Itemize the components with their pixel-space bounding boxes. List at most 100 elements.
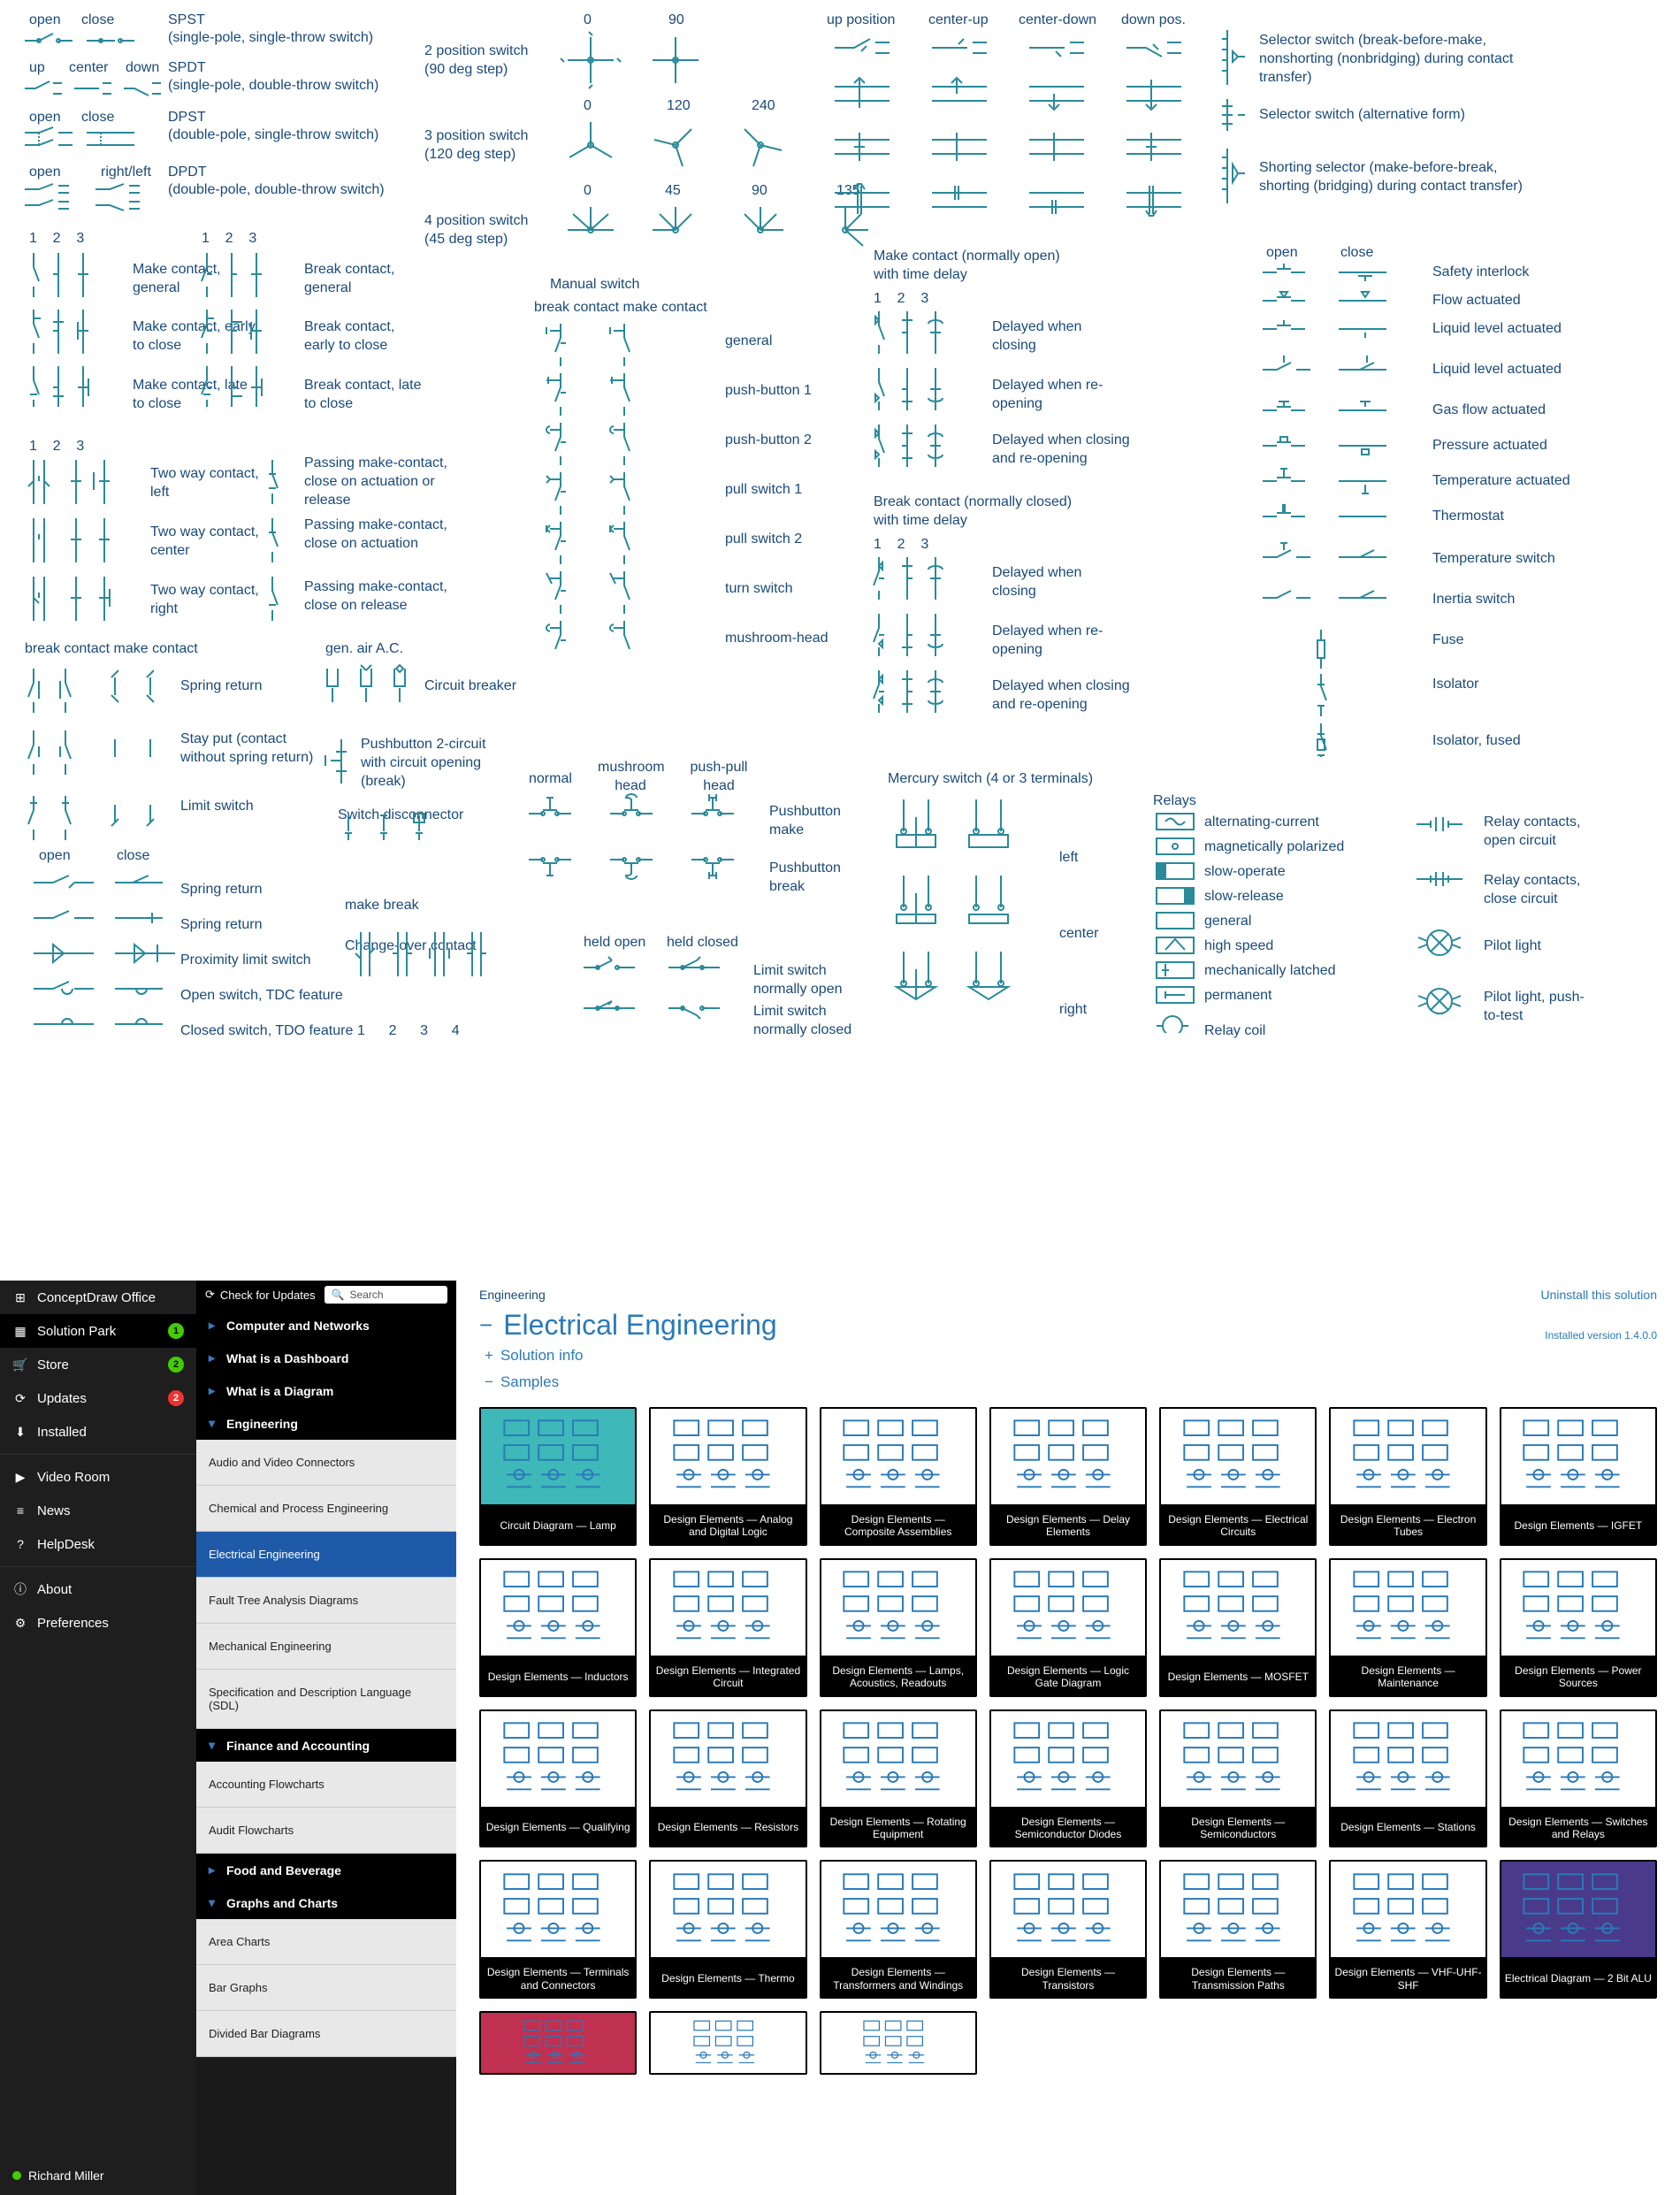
breadcrumb[interactable]: Engineering (479, 1288, 546, 1302)
sample-card[interactable] (820, 2011, 977, 2075)
solution-info-toggle[interactable]: +Solution info (479, 1342, 1657, 1368)
break-late-label: Break contact, late to close (304, 377, 428, 414)
pos2-label: 2 position switch (90 deg step) (424, 42, 548, 80)
sample-title: Design Elements — Semiconductors (1159, 1809, 1317, 1848)
sample-card[interactable]: Design Elements — Electron Tubes (1329, 1407, 1486, 1546)
sample-card[interactable]: Design Elements — Integrated Circuit (649, 1558, 806, 1697)
delay-reopening-label: Delayed when re-opening (992, 377, 1125, 414)
category-graphs[interactable]: ▾Graphs and Charts (196, 1886, 456, 1919)
sidebar-item-about[interactable]: ⓘ About (0, 1572, 196, 1606)
passing3-label: Passing make-contact, close on release (304, 578, 463, 616)
sidebar-item-updates[interactable]: ⟳ Updates 2 (0, 1381, 196, 1415)
sample-card[interactable]: Design Elements — Resistors (649, 1709, 806, 1848)
category-finance[interactable]: ▾Finance and Accounting (196, 1729, 456, 1762)
bc-mc-header: break contact make contact (25, 640, 198, 659)
sample-card[interactable]: Design Elements — Thermo (649, 1860, 806, 1999)
sample-card[interactable]: Design Elements — Power Sources (1500, 1558, 1657, 1697)
sample-card[interactable] (479, 2011, 637, 2075)
sample-card[interactable]: Design Elements — Switches and Relays (1500, 1709, 1657, 1848)
collapse-icon[interactable]: − (479, 1312, 493, 1339)
divider (0, 1454, 196, 1455)
sample-card[interactable]: Design Elements — Transformers and Windi… (820, 1860, 977, 1999)
sample-thumbnail (481, 1409, 635, 1504)
sample-title: Design Elements — Analog and Digital Log… (649, 1506, 806, 1546)
item-bar-graphs[interactable]: Bar Graphs (196, 1965, 456, 2011)
sample-card[interactable]: Design Elements — Terminals and Connecto… (479, 1860, 637, 1999)
sample-card[interactable]: Design Elements — Semiconductor Diodes (989, 1709, 1147, 1848)
safety-interlock-label: Safety interlock (1432, 264, 1529, 282)
sample-card[interactable]: Design Elements — Rotating Equipment (820, 1709, 977, 1848)
sidebar-item-preferences[interactable]: ⚙ Preferences (0, 1606, 196, 1640)
category-engineering[interactable]: ▾Engineering (196, 1407, 456, 1440)
merc-right-label: right (1059, 1001, 1087, 1020)
item-electrical-engineering[interactable]: Electrical Engineering (196, 1532, 456, 1578)
item-audit[interactable]: Audit Flowcharts (196, 1808, 456, 1854)
sample-card[interactable]: Design Elements — Delay Elements (989, 1407, 1147, 1546)
spdt-up-label: up (29, 59, 45, 78)
chevron-down-icon: ▾ (209, 1738, 218, 1753)
sample-card[interactable]: Design Elements — Stations (1329, 1709, 1486, 1848)
sample-title: Design Elements — IGFET (1500, 1506, 1657, 1545)
check-updates-label: Check for Updates (220, 1289, 316, 1302)
sidebar-item-helpdesk[interactable]: ? HelpDesk (0, 1527, 196, 1561)
cart-icon: 🛒 (12, 1357, 28, 1373)
sample-card[interactable]: Circuit Diagram — Lamp (479, 1407, 637, 1546)
sample-title: Design Elements — Composite Assemblies (820, 1506, 977, 1546)
sample-card[interactable]: Design Elements — IGFET (1500, 1407, 1657, 1546)
temp-switch-label: Temperature switch (1432, 550, 1555, 569)
sidebar-item-store[interactable]: 🛒 Store 2 (0, 1348, 196, 1381)
sample-card[interactable]: Design Elements — Qualifying (479, 1709, 637, 1848)
selector-3-label: Shorting selector (make-before-break, sh… (1259, 159, 1542, 196)
item-sdl[interactable]: Specification and Description Language (… (196, 1670, 456, 1729)
sample-card[interactable]: Design Elements — Lamps, Acoustics, Read… (820, 1558, 977, 1697)
item-chemical[interactable]: Chemical and Process Engineering (196, 1486, 456, 1532)
item-area-charts[interactable]: Area Charts (196, 1919, 456, 1965)
sample-thumbnail (1331, 1560, 1485, 1656)
sample-card[interactable]: Design Elements — Composite Assemblies (820, 1407, 977, 1546)
sidebar-label: News (37, 1503, 71, 1518)
sample-card[interactable]: Design Elements — VHF-UHF-SHF (1329, 1860, 1486, 1999)
sidebar-item-news[interactable]: ≡ News (0, 1494, 196, 1527)
category-what-is-dashboard[interactable]: ▸What is a Dashboard (196, 1342, 456, 1374)
uninstall-link[interactable]: Uninstall this solution (1540, 1288, 1657, 1302)
sample-card[interactable] (649, 2011, 806, 2075)
sample-card[interactable]: Design Elements — Transmission Paths (1159, 1860, 1317, 1999)
item-divided-bar[interactable]: Divided Bar Diagrams (196, 2011, 456, 2057)
sample-card[interactable]: Design Elements — Maintenance (1329, 1558, 1486, 1697)
sample-title: Design Elements — Semiconductor Diodes (989, 1809, 1147, 1848)
category-computer-networks[interactable]: ▸Computer and Networks (196, 1309, 456, 1342)
search-input[interactable]: 🔍 Search (325, 1286, 447, 1304)
sidebar-item-office[interactable]: ⊞ ConceptDraw Office (0, 1281, 196, 1314)
sidebar-item-solution-park[interactable]: ▦ Solution Park 1 (0, 1314, 196, 1348)
item-mechanical[interactable]: Mechanical Engineering (196, 1624, 456, 1670)
sidebar-item-installed[interactable]: ⬇ Installed (0, 1415, 196, 1449)
spdt-down-label: down (126, 59, 159, 78)
sample-card[interactable]: Design Elements — Electrical Circuits (1159, 1407, 1317, 1546)
secondary-sidebar: ⟳ Check for Updates 🔍 Search ▸Computer a… (196, 1281, 456, 2195)
sample-card[interactable]: Design Elements — Semiconductors (1159, 1709, 1317, 1848)
sample-title: Circuit Diagram — Lamp (479, 1506, 637, 1545)
sample-card[interactable]: Design Elements — Transistors (989, 1860, 1147, 1999)
refresh-icon: ⟳ (205, 1288, 215, 1302)
item-audio-video[interactable]: Audio and Video Connectors (196, 1440, 456, 1486)
sample-title: Design Elements — Inductors (479, 1657, 637, 1696)
sample-card[interactable]: Design Elements — Analog and Digital Log… (649, 1407, 806, 1546)
samples-toggle[interactable]: −Samples (479, 1368, 1657, 1395)
sample-card[interactable]: Electrical Diagram — 2 Bit ALU (1500, 1860, 1657, 1999)
check-updates-button[interactable]: ⟳ Check for Updates (205, 1288, 316, 1302)
item-accounting[interactable]: Accounting Flowcharts (196, 1762, 456, 1808)
sample-card[interactable]: Design Elements — Logic Gate Diagram (989, 1558, 1147, 1697)
pb-make-label: Pushbutton make (769, 803, 858, 840)
sidebar-item-video[interactable]: ▶ Video Room (0, 1460, 196, 1494)
passing1-label: Passing make-contact, close on actuation… (304, 455, 463, 509)
item-fault-tree[interactable]: Fault Tree Analysis Diagrams (196, 1578, 456, 1624)
sample-thumbnail (1501, 1862, 1655, 1957)
category-food[interactable]: ▸Food and Beverage (196, 1854, 456, 1886)
spst-sub: (single-pole, single-throw switch) (168, 29, 373, 48)
sample-card[interactable]: Design Elements — MOSFET (1159, 1558, 1317, 1697)
user-status[interactable]: Richard Miller (0, 2156, 196, 2195)
category-what-is-diagram[interactable]: ▸What is a Diagram (196, 1374, 456, 1407)
sample-card[interactable]: Design Elements — Inductors (479, 1558, 637, 1697)
sample-thumbnail (1161, 1560, 1315, 1656)
sample-thumbnail (1331, 1711, 1485, 1807)
